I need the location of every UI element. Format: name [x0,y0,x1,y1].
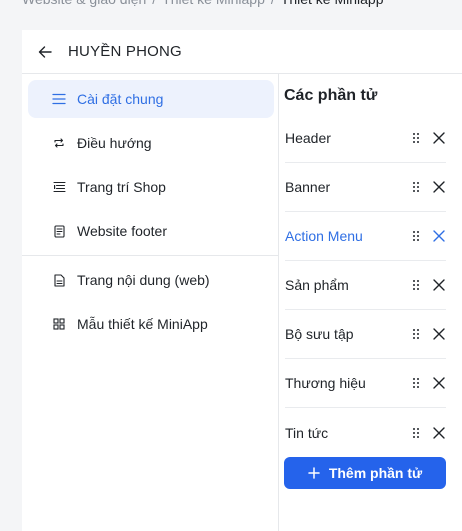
close-icon[interactable] [432,426,446,440]
sidebar-item-label: Điều hướng [77,135,152,151]
elements-panel-title: Các phần tử [284,87,378,104]
element-row-collections[interactable]: Bộ sưu tập [285,310,446,359]
card-header: HUYỀN PHONG [22,30,462,74]
drag-handle-icon[interactable] [409,277,423,293]
elements-panel: Các phần tử Header Banner Action Menu Sả… [278,74,462,531]
close-icon[interactable] [432,180,446,194]
drag-handle-icon[interactable] [409,130,423,146]
sidebar-item-shop-decoration[interactable]: Trang trí Shop [28,168,274,206]
add-element-label: Thêm phần tử [328,465,423,481]
sidebar-item-website-footer[interactable]: Website footer [28,212,274,250]
drag-handle-icon[interactable] [409,375,423,391]
grid-icon [52,317,66,331]
file-text-icon [52,273,66,287]
sidebar-item-label: Trang trí Shop [77,179,166,195]
drag-handle-icon[interactable] [409,326,423,342]
element-label: Sản phẩm [285,277,349,293]
add-element-button[interactable]: Thêm phần tử [284,457,446,489]
repeat-icon [52,136,66,150]
sidebar-item-content-pages[interactable]: Trang nội dung (web) [28,261,274,299]
sidebar-item-navigation[interactable]: Điều hướng [28,124,274,162]
settings-card: HUYỀN PHONG Cài đặt chung Điều hướng Tra… [22,30,462,531]
menu-lines-icon [52,92,66,106]
element-label: Header [285,130,331,146]
drag-handle-icon[interactable] [409,228,423,244]
sidebar-item-miniapp-templates[interactable]: Mẫu thiết kế MiniApp [28,305,274,343]
sidebar-item-general-settings[interactable]: Cài đặt chung [28,80,274,118]
close-icon[interactable] [432,131,446,145]
sidebar-item-label: Trang nội dung (web) [77,272,210,288]
breadcrumb-current: Thiết kế Miniapp [281,0,384,9]
breadcrumb-separator: / [271,0,275,9]
element-row-header[interactable]: Header [285,114,446,163]
sidebar-divider [22,255,278,256]
document-icon [52,224,66,238]
element-label: Thương hiệu [285,375,366,391]
shop-name-title: HUYỀN PHONG [68,43,182,60]
element-row-brands[interactable]: Thương hiệu [285,359,446,408]
element-row-banner[interactable]: Banner [285,163,446,212]
arrow-left-icon[interactable] [38,44,54,60]
breadcrumb-item[interactable]: Website & giao diện [22,0,146,9]
sidebar-item-label: Website footer [77,223,168,239]
sidebar-item-label: Mẫu thiết kế MiniApp [77,316,208,332]
element-row-news[interactable]: Tin tức [285,408,446,457]
sidebar-item-label: Cài đặt chung [77,91,164,107]
close-icon[interactable] [432,278,446,292]
list-layout-icon [52,180,66,194]
element-row-products[interactable]: Sản phẩm [285,261,446,310]
close-icon[interactable] [432,376,446,390]
element-label: Tin tức [285,424,329,441]
close-icon[interactable] [432,327,446,341]
element-row-action-menu[interactable]: Action Menu [285,212,446,261]
close-icon[interactable] [432,229,446,243]
breadcrumb-separator: / [152,0,156,9]
breadcrumb: Website & giao diện / Thiết kế Miniapp /… [22,0,383,9]
settings-sidebar: Cài đặt chung Điều hướng Trang trí Shop … [22,74,278,531]
element-label: Bộ sưu tập [285,326,354,342]
breadcrumb-item[interactable]: Thiết kế Miniapp [162,0,265,9]
element-label: Action Menu [285,228,363,244]
drag-handle-icon[interactable] [409,425,423,441]
element-label: Banner [285,179,331,195]
drag-handle-icon[interactable] [409,179,423,195]
plus-icon [308,467,320,479]
